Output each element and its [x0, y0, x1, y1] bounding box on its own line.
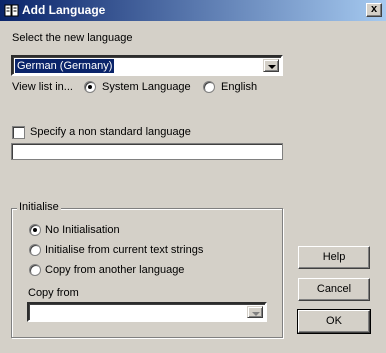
copy-from-dropdown[interactable]: [27, 302, 267, 322]
radio-copy-language[interactable]: [29, 264, 41, 276]
language-dropdown[interactable]: German (Germany): [11, 55, 283, 76]
close-icon: x: [370, 3, 378, 15]
radio-english-label: English: [221, 81, 258, 93]
ok-button[interactable]: OK: [297, 309, 371, 334]
language-dropdown-button[interactable]: [263, 59, 279, 72]
help-button-label: Help: [322, 251, 346, 263]
ok-button-label: OK: [326, 315, 342, 327]
window-title: Add Language: [22, 3, 106, 17]
radio-copy-language-label: Copy from another language: [45, 264, 185, 276]
select-language-label: Select the new language: [12, 32, 133, 44]
radio-initialise-current-label: Initialise from current text strings: [45, 244, 204, 256]
initialise-group-label: Initialise: [17, 201, 61, 213]
view-list-label: View list in...: [12, 81, 73, 93]
nonstandard-language-input[interactable]: [11, 143, 283, 160]
book-icon: [4, 4, 19, 17]
nonstandard-label: Specify a non standard language: [30, 126, 191, 138]
copy-from-dropdown-button[interactable]: [247, 306, 263, 318]
chevron-down-icon: [252, 312, 260, 316]
radio-no-initialisation[interactable]: [29, 224, 41, 236]
copy-from-label: Copy from: [28, 287, 79, 299]
cancel-button-label: Cancel: [316, 283, 352, 295]
radio-english[interactable]: [203, 81, 215, 93]
cancel-button[interactable]: Cancel: [298, 278, 370, 301]
radio-system-language[interactable]: [84, 81, 96, 93]
title-bar: Add Language x: [0, 0, 386, 21]
close-button[interactable]: x: [366, 3, 382, 17]
radio-no-initialisation-label: No Initialisation: [45, 224, 120, 236]
help-button[interactable]: Help: [298, 246, 370, 269]
nonstandard-checkbox[interactable]: [12, 126, 25, 139]
radio-system-language-label: System Language: [102, 81, 191, 93]
chevron-down-icon: [268, 65, 276, 69]
radio-initialise-current[interactable]: [29, 244, 41, 256]
language-selected: German (Germany): [15, 59, 115, 73]
